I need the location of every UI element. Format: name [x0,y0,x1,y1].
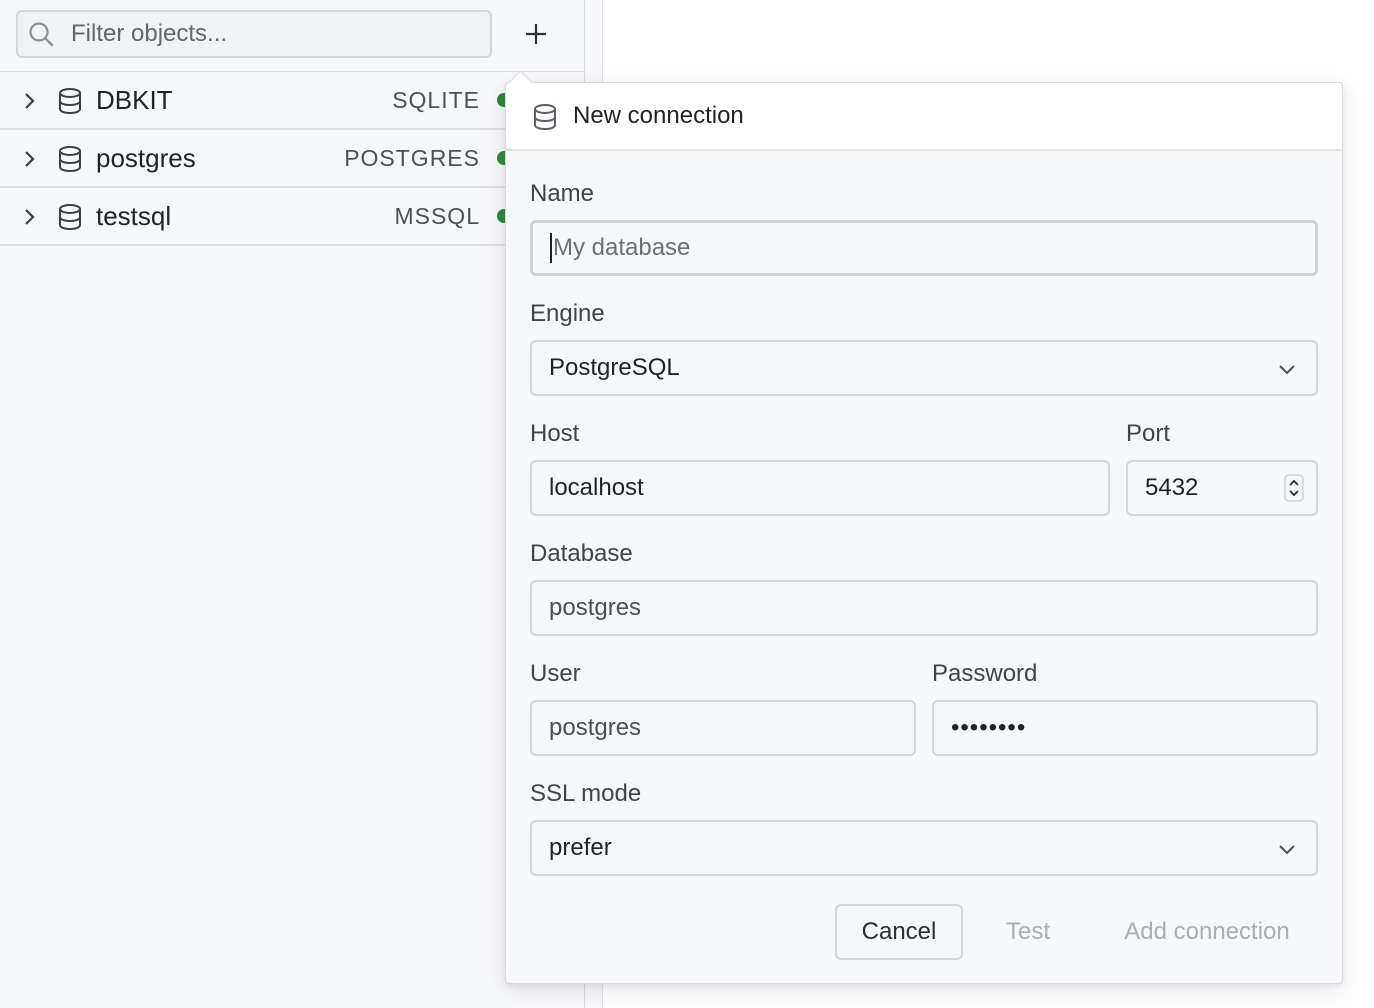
password-value: •••••••• [951,714,1027,741]
database-label: Database [530,540,633,567]
plus-icon [526,24,546,44]
filter-box[interactable] [16,10,492,58]
popover-title: New connection [573,102,744,129]
spinner-icon[interactable] [1284,474,1304,502]
chevron-right-icon[interactable] [22,150,38,168]
password-field[interactable]: •••••••• [932,700,1318,756]
connections-sidebar: DBKIT SQLITE postgres POSTGRES [0,0,585,1008]
text-caret [550,233,552,263]
database-icon [59,146,81,173]
connection-row[interactable]: DBKIT SQLITE [0,72,584,130]
cancel-button[interactable]: Cancel [835,904,963,960]
user-field[interactable]: postgres [530,700,916,756]
chevron-down-icon [1279,365,1295,375]
engine-value: PostgreSQL [549,354,680,381]
new-connection-popover: New connection Name Engine PostgreSQL Ho… [505,82,1343,984]
user-placeholder: postgres [549,714,642,741]
connection-row[interactable]: testsql MSSQL [0,188,584,246]
connection-name: postgres [96,142,196,173]
ssl-mode-select[interactable]: prefer [530,820,1318,876]
chevron-right-icon[interactable] [22,208,38,226]
engine-select[interactable]: PostgreSQL [530,340,1318,396]
port-field[interactable]: 5432 [1126,460,1318,516]
test-button[interactable]: Test [988,904,1068,960]
host-label: Host [530,420,580,447]
name-field[interactable] [530,220,1318,276]
connection-name: DBKIT [96,84,173,115]
chevron-right-icon[interactable] [22,92,38,110]
connection-engine: MSSQL [394,202,480,229]
connection-name: testsql [96,200,172,231]
host-field[interactable]: localhost [530,460,1110,516]
add-connection-submit-button[interactable]: Add connection [1100,904,1314,960]
connection-engine: SQLITE [392,86,480,113]
chevron-down-icon [1279,845,1295,855]
database-icon [59,88,81,115]
user-label: User [530,660,581,687]
sidebar-toolbar [0,0,584,72]
connection-row[interactable]: postgres POSTGRES [0,130,584,188]
popover-header: New connection [506,83,1342,151]
search-icon [29,22,54,47]
connection-list: DBKIT SQLITE postgres POSTGRES testsql M… [0,72,584,246]
host-value: localhost [549,474,644,501]
database-placeholder: postgres [549,594,642,621]
database-icon [534,104,556,131]
database-icon [59,204,81,231]
name-label: Name [530,180,595,207]
port-value: 5432 [1145,474,1199,501]
name-input[interactable] [552,234,1315,262]
password-label: Password [932,660,1038,687]
ssl-mode-label: SSL mode [530,780,642,807]
port-label: Port [1126,420,1171,447]
filter-input[interactable] [71,20,471,48]
engine-label: Engine [530,300,605,327]
connection-engine: POSTGRES [344,144,480,171]
add-connection-button[interactable] [516,14,556,54]
database-field[interactable]: postgres [530,580,1318,636]
ssl-mode-value: prefer [549,834,612,861]
